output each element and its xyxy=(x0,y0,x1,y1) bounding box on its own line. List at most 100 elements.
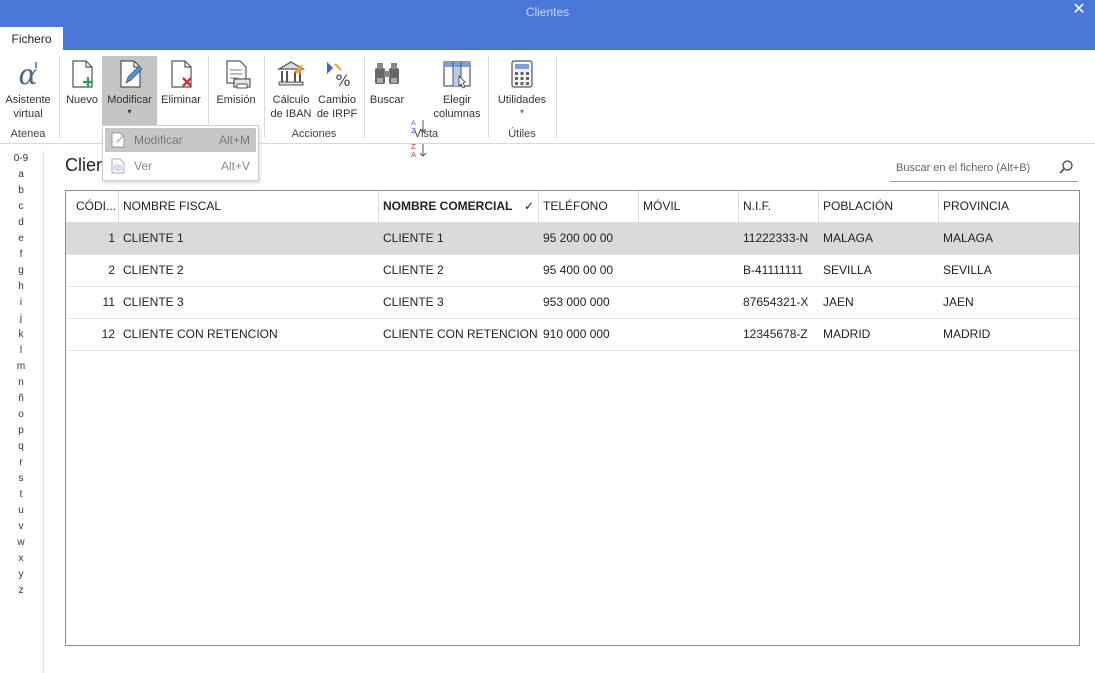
menu-item-ver[interactable]: Ver Alt+V xyxy=(105,154,256,178)
utilidades-button[interactable]: Utilidades ▾ xyxy=(493,56,551,136)
alphabet-index-item[interactable]: x xyxy=(0,551,42,567)
alphabet-index-item[interactable]: ñ xyxy=(0,391,42,407)
alphabet-index-item[interactable]: n xyxy=(0,375,42,391)
calculator-icon xyxy=(511,60,533,88)
cell-provincia: SEVILLA xyxy=(943,263,992,277)
group-separator xyxy=(556,56,557,138)
cell-nombre-comercial: CLIENTE 2 xyxy=(383,263,444,277)
new-document-icon xyxy=(72,60,93,88)
cambio-irpf-button[interactable]: % Cambio de IRPF xyxy=(315,56,359,136)
column-header-telefono[interactable]: TELÉFONO xyxy=(539,191,639,222)
cell-nif: 87654321-X xyxy=(743,295,809,309)
edit-document-icon xyxy=(119,60,143,88)
column-header-codigo[interactable]: CÓDI... xyxy=(66,191,119,222)
cell-movil xyxy=(639,319,739,350)
utilidades-label: Utilidades xyxy=(497,94,547,106)
alphabet-index-item[interactable]: 0-9 xyxy=(0,151,42,167)
modificar-button[interactable]: Modificar ▾ xyxy=(102,56,157,136)
alpha-icon: α xyxy=(19,58,38,90)
alphabet-index-item[interactable]: v xyxy=(0,519,42,535)
alphabet-index-item[interactable]: a xyxy=(0,167,42,183)
column-header-movil[interactable]: MÓVIL xyxy=(639,191,739,222)
column-header-nif[interactable]: N.I.F. xyxy=(739,191,819,222)
alphabet-index-item[interactable]: h xyxy=(0,279,42,295)
chevron-down-icon: ▾ xyxy=(127,107,132,116)
table-row[interactable]: 12 CLIENTE CON RETENCION CLIENTE CON RETEN… xyxy=(66,319,1079,351)
cell-poblacion: MALAGA xyxy=(823,231,874,245)
alphabet-index: 0-9 a b c d e f g h i j k l m n ñ o p q r s t u v w x y z xyxy=(0,151,44,673)
cell-poblacion: SEVILLA xyxy=(823,263,872,277)
table-row[interactable]: 11 CLIENTE 3 CLIENTE 3 953 000 000 87654321-… xyxy=(66,287,1079,319)
cell-nombre-fiscal: CLIENTE 2 xyxy=(123,263,184,277)
group-label-vista: Vista xyxy=(413,128,439,140)
percent-exchange-icon: % xyxy=(327,62,351,90)
nuevo-button[interactable]: Nuevo xyxy=(63,56,101,136)
alphabet-index-item[interactable]: q xyxy=(0,439,42,455)
title-bar: Clientes ✕ xyxy=(0,0,1095,27)
view-document-icon xyxy=(111,158,125,174)
cell-codigo: 1 xyxy=(108,231,115,245)
delete-document-icon xyxy=(171,60,192,88)
table-row[interactable]: 2 CLIENTE 2 CLIENTE 2 95 400 00 00 B-4111111… xyxy=(66,255,1079,287)
alphabet-index-item[interactable]: l xyxy=(0,343,42,359)
tab-fichero[interactable]: Fichero xyxy=(0,27,63,50)
close-icon[interactable]: ✕ xyxy=(1071,0,1087,24)
buscar-button[interactable]: Buscar xyxy=(368,56,406,136)
menu-item-modificar-label: Modificar xyxy=(134,133,183,147)
eliminar-label: Eliminar xyxy=(161,94,201,106)
sort-descending-icon[interactable]: Z A xyxy=(410,142,428,158)
search-icon[interactable] xyxy=(1058,159,1074,175)
cell-provincia: MADRID xyxy=(943,327,991,341)
cell-nif: 12345678-Z xyxy=(743,327,808,341)
elegir-columnas-label-2: columnas xyxy=(433,108,481,120)
menu-tab-bar: Fichero xyxy=(0,27,1095,50)
alphabet-index-item[interactable]: t xyxy=(0,487,42,503)
alphabet-index-item[interactable]: y xyxy=(0,567,42,583)
alphabet-index-item[interactable]: p xyxy=(0,423,42,439)
svg-text:α: α xyxy=(19,58,38,90)
alphabet-index-item[interactable]: o xyxy=(0,407,42,423)
alphabet-index-item[interactable]: e xyxy=(0,231,42,247)
column-header-nombre-fiscal[interactable]: NOMBRE FISCAL xyxy=(119,191,379,222)
alphabet-index-item[interactable]: u xyxy=(0,503,42,519)
asistente-label-2: virtual xyxy=(13,108,43,120)
group-label-utiles: Útiles xyxy=(508,128,536,140)
alphabet-index-item[interactable]: m xyxy=(0,359,42,375)
alphabet-index-item[interactable]: r xyxy=(0,455,42,471)
nuevo-label: Nuevo xyxy=(66,94,98,106)
column-header-nombre-comercial[interactable]: NOMBRE COMERCIAL ✓ xyxy=(379,191,539,222)
search-box xyxy=(890,155,1078,182)
alphabet-index-item[interactable]: c xyxy=(0,199,42,215)
alphabet-index-item[interactable]: g xyxy=(0,263,42,279)
sort-check-icon: ✓ xyxy=(523,199,534,213)
alphabet-index-item[interactable]: i xyxy=(0,295,42,311)
column-header-provincia[interactable]: PROVINCIA xyxy=(939,191,1079,222)
group-label-atenea: Atenea xyxy=(10,128,46,140)
cell-nif: B-41111111 xyxy=(743,263,804,277)
alphabet-index-item[interactable]: f xyxy=(0,247,42,263)
column-header-poblacion[interactable]: POBLACIÓN xyxy=(819,191,939,222)
alphabet-index-item[interactable]: j xyxy=(0,311,42,327)
alphabet-index-item[interactable]: d xyxy=(0,215,42,231)
cell-telefono: 95 400 00 00 xyxy=(543,263,614,277)
alphabet-index-item[interactable]: k xyxy=(0,327,42,343)
search-input[interactable] xyxy=(894,158,1049,178)
alphabet-index-item[interactable]: b xyxy=(0,183,42,199)
alphabet-index-item[interactable]: w xyxy=(0,535,42,551)
svg-text:A: A xyxy=(411,119,416,127)
modificar-label: Modificar xyxy=(107,94,152,106)
table-row[interactable]: 1 CLIENTE 1 CLIENTE 1 95 200 00 00 11222333-… xyxy=(66,223,1079,255)
alphabet-index-item[interactable]: s xyxy=(0,471,42,487)
eliminar-button[interactable]: Eliminar xyxy=(158,56,204,136)
cell-nombre-fiscal: CLIENTE 1 xyxy=(123,231,184,245)
emision-label: Emisión xyxy=(216,94,256,106)
asistente-virtual-button[interactable]: α Asistente virtual xyxy=(2,56,54,136)
clientes-table: CÓDI... NOMBRE FISCAL NOMBRE COMERCIAL ✓… xyxy=(65,190,1080,646)
chevron-down-icon: ▾ xyxy=(519,107,524,116)
elegir-columnas-button[interactable]: Elegir columnas xyxy=(430,56,484,136)
emision-button[interactable]: Emisión xyxy=(212,56,260,136)
menu-item-modificar[interactable]: Modificar Alt+M xyxy=(105,128,256,152)
alphabet-index-item[interactable]: z xyxy=(0,583,42,599)
cell-telefono: 953 000 000 xyxy=(543,295,610,309)
calculo-iban-button[interactable]: Cálculo de IBAN xyxy=(268,56,314,136)
